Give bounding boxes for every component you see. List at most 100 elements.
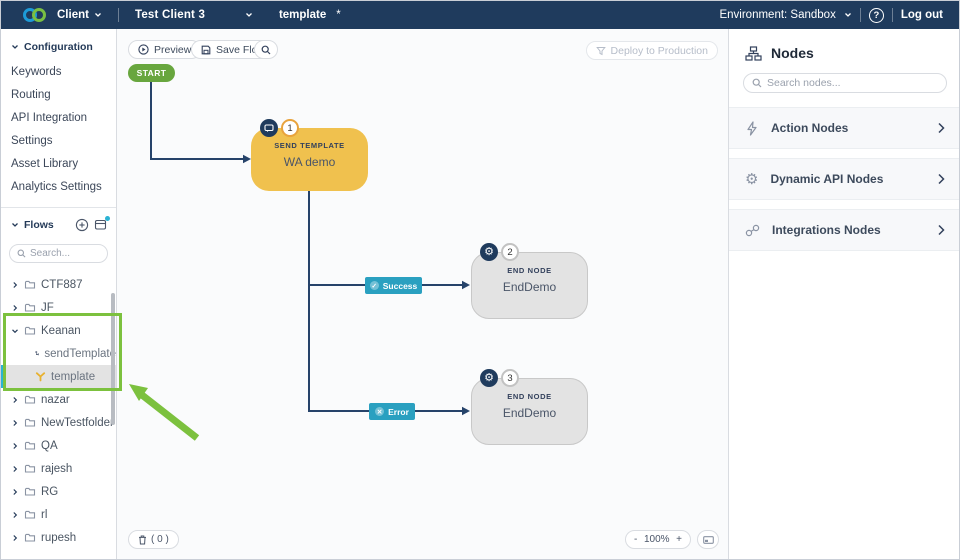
- tree-item-label: CTF887: [41, 279, 83, 291]
- client-selector-value: Test Client 3: [135, 9, 205, 21]
- section-label: Integrations Nodes: [772, 223, 925, 237]
- zoom-level: 100%: [644, 534, 670, 545]
- node-name: WA demo: [251, 155, 368, 169]
- end-node-success[interactable]: END NODE EndDemo: [471, 252, 588, 319]
- tree-folder-rajesh[interactable]: rajesh: [1, 457, 116, 480]
- note-badge[interactable]: [260, 119, 278, 137]
- zoom-out-button[interactable]: -: [634, 534, 637, 545]
- configuration-section-header[interactable]: Configuration: [1, 29, 116, 61]
- node-number: 1: [287, 123, 292, 134]
- zoom-control: - 100% +: [625, 530, 691, 549]
- start-node[interactable]: START: [128, 64, 175, 82]
- lightning-icon: [745, 121, 759, 136]
- flow-edges: [117, 29, 728, 560]
- help-icon[interactable]: ?: [869, 8, 884, 23]
- flow-branch-icon: [35, 348, 39, 359]
- chevron-right-icon: [937, 224, 945, 236]
- canvas-search-button[interactable]: [254, 40, 278, 59]
- chevron-down-icon: [94, 11, 102, 19]
- tree-folder-nazar[interactable]: nazar: [1, 388, 116, 411]
- start-node-label: START: [137, 68, 167, 78]
- edge-label-success[interactable]: ✓ Success: [365, 277, 422, 294]
- chevron-right-icon: [937, 173, 945, 185]
- tree-folder-rupesh[interactable]: rupesh: [1, 526, 116, 549]
- tree-folder-rg[interactable]: RG: [1, 480, 116, 503]
- flow-fork-icon: [35, 371, 46, 382]
- sidebar-item-keywords[interactable]: Keywords: [1, 61, 116, 84]
- send-template-node[interactable]: SEND TEMPLATE WA demo: [251, 128, 368, 191]
- section-dynamic-api-nodes[interactable]: ⚙ Dynamic API Nodes: [729, 158, 960, 200]
- trash-button[interactable]: ( 0 ): [128, 530, 179, 549]
- sidebar-scrollbar[interactable]: [111, 293, 115, 425]
- client-menu[interactable]: Client: [57, 9, 102, 21]
- section-integrations-nodes[interactable]: Integrations Nodes: [729, 209, 960, 251]
- folder-icon: [24, 325, 36, 336]
- section-label: Dynamic API Nodes: [770, 172, 925, 186]
- tree-folder-jf[interactable]: JF: [1, 296, 116, 319]
- nodes-panel: Nodes Action Nodes ⚙ Dynamic API Nodes: [728, 29, 960, 560]
- section-action-nodes[interactable]: Action Nodes: [729, 107, 960, 149]
- flows-search[interactable]: [9, 244, 108, 263]
- sidebar-item-analytics-settings[interactable]: Analytics Settings: [1, 176, 116, 199]
- folder-icon: [24, 279, 36, 290]
- divider: [860, 8, 861, 22]
- nodes-panel-title: Nodes: [771, 45, 814, 61]
- tree-item-label: sendTemplate: [44, 348, 116, 360]
- add-flow-button[interactable]: [75, 218, 89, 232]
- nodes-search[interactable]: [743, 73, 947, 93]
- tree-flow-sendtemplate[interactable]: sendTemplate: [1, 342, 116, 365]
- tree-item-label: rl: [41, 509, 47, 521]
- tree-folder-rl[interactable]: rl: [1, 503, 116, 526]
- folder-icon: [24, 394, 36, 405]
- zoom-in-button[interactable]: +: [676, 534, 682, 545]
- flows-section-header[interactable]: Flows: [11, 219, 75, 231]
- end-node-error[interactable]: END NODE EndDemo: [471, 378, 588, 445]
- sidebar-item-settings[interactable]: Settings: [1, 130, 116, 153]
- chevron-right-icon: [11, 304, 19, 312]
- tree-flow-template-selected[interactable]: template: [1, 365, 116, 388]
- chevron-right-icon: [937, 122, 945, 134]
- flow-canvas[interactable]: Preview Save Flow Deploy to Production S…: [117, 29, 728, 560]
- client-selector[interactable]: Test Client 3: [135, 9, 253, 21]
- chevron-down-icon: [11, 43, 19, 51]
- node-name: EndDemo: [472, 280, 587, 294]
- integration-links-icon: [745, 224, 760, 237]
- flows-search-input[interactable]: [30, 248, 100, 259]
- flow-layout-button[interactable]: [94, 218, 108, 232]
- sidebar-item-routing[interactable]: Routing: [1, 84, 116, 107]
- node-number-badge: 1: [281, 119, 299, 137]
- node-settings-badge[interactable]: ⚙: [480, 243, 498, 261]
- tree-item-label: rupesh: [41, 532, 76, 544]
- brand-logo-icon: [23, 7, 49, 23]
- tree-folder-newtestfolder[interactable]: NewTestfolder: [1, 411, 116, 434]
- tree-folder-qa[interactable]: QA: [1, 434, 116, 457]
- chevron-right-icon: [11, 534, 19, 542]
- divider: [892, 8, 893, 22]
- tree-item-label: template: [51, 371, 95, 383]
- deploy-to-production-button[interactable]: Deploy to Production: [586, 41, 718, 60]
- node-name: EndDemo: [472, 406, 587, 420]
- edge-label-error[interactable]: ✕ Error: [369, 403, 415, 420]
- environment-selector[interactable]: Environment: Sandbox: [719, 9, 851, 21]
- gear-icon: ⚙: [484, 373, 494, 384]
- node-type-label: SEND TEMPLATE: [251, 141, 368, 150]
- sidebar-item-api-integration[interactable]: API Integration: [1, 107, 116, 130]
- nodes-search-input[interactable]: [767, 77, 938, 89]
- chevron-down-icon: [11, 327, 19, 335]
- chevron-right-icon: [11, 281, 19, 289]
- node-settings-badge[interactable]: ⚙: [480, 369, 498, 387]
- tree-item-label: RG: [41, 486, 58, 498]
- tab-flow-template[interactable]: template *: [279, 9, 341, 21]
- sidebar-item-asset-library[interactable]: Asset Library: [1, 153, 116, 176]
- tree-folder-keanan[interactable]: Keanan: [1, 319, 116, 342]
- tree-item-label: Keanan: [41, 325, 81, 337]
- logout-button[interactable]: Log out: [901, 9, 943, 21]
- tree-folder-ctf887[interactable]: CTF887: [1, 273, 116, 296]
- flows-header-label: Flows: [24, 219, 54, 231]
- plus-circle-icon: [75, 218, 89, 232]
- unsaved-indicator: *: [336, 9, 340, 21]
- node-type-label: END NODE: [472, 392, 587, 401]
- top-navbar: Client Test Client 3 template * Environm…: [1, 1, 959, 29]
- chevron-right-icon: [11, 396, 19, 404]
- minimap-button[interactable]: [697, 530, 719, 549]
